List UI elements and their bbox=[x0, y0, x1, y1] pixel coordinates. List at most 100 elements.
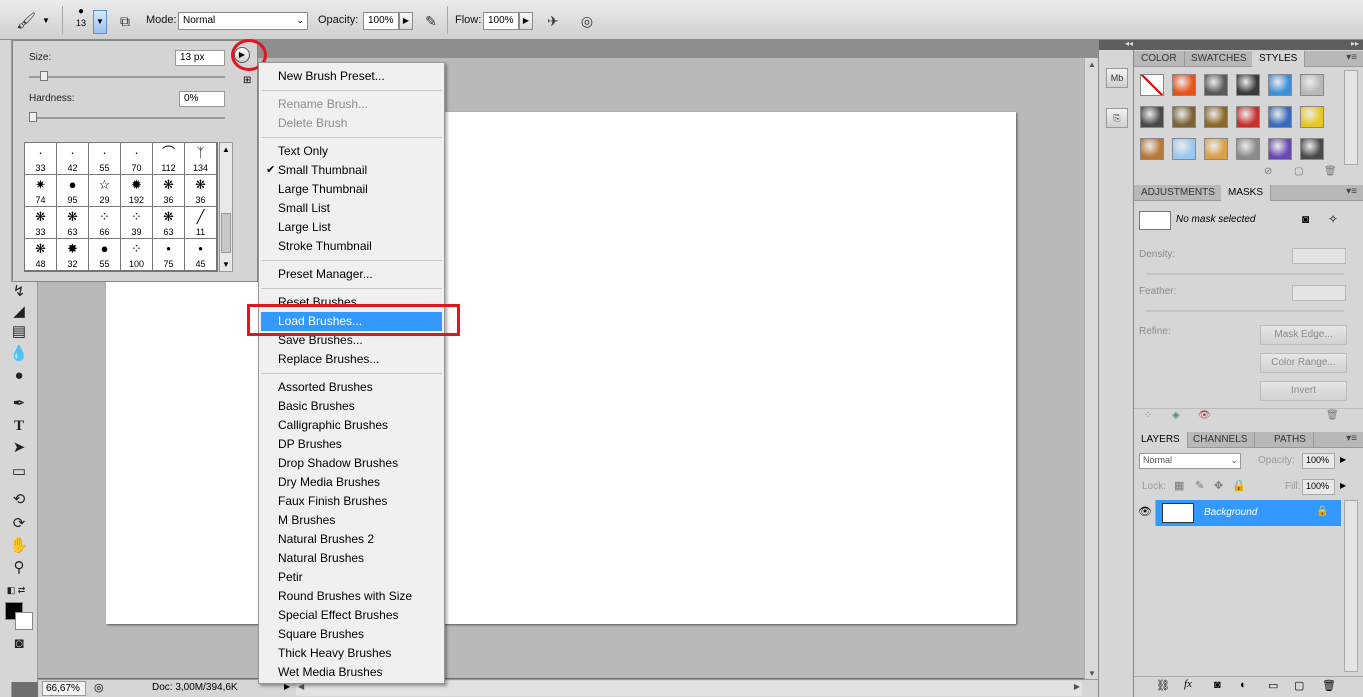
style-swatch[interactable] bbox=[1268, 74, 1292, 96]
style-swatch[interactable] bbox=[1268, 106, 1292, 128]
brush-preset[interactable]: ❋ 48 bbox=[25, 239, 57, 271]
brush-panel-toggle-icon[interactable]: ⧉ bbox=[115, 11, 135, 31]
menu-item[interactable]: M Brushes bbox=[261, 511, 442, 530]
menu-item[interactable]: Drop Shadow Brushes bbox=[261, 454, 442, 473]
layer-row-background[interactable]: 👁 Background 🔒 bbox=[1134, 500, 1341, 526]
brush-tool-preset-picker[interactable]: 🖌 ▼ bbox=[14, 10, 54, 32]
brush-preset[interactable]: ☆ 29 bbox=[89, 175, 121, 207]
apply-mask-icon[interactable]: ◈ bbox=[1172, 410, 1180, 421]
tablet-pressure-opacity-icon[interactable]: ✎ bbox=[421, 11, 441, 31]
menu-item[interactable]: Dry Media Brushes bbox=[261, 473, 442, 492]
new-style-icon[interactable]: ▢ bbox=[1294, 166, 1303, 177]
tablet-pressure-size-icon[interactable]: ◎ bbox=[577, 11, 597, 31]
flow-slider-button[interactable]: ▶ bbox=[519, 12, 533, 30]
triangle-right-icon[interactable]: ▶ bbox=[1340, 455, 1346, 464]
menu-item[interactable]: Replace Brushes... bbox=[261, 350, 442, 369]
tab-layers[interactable]: LAYERS bbox=[1134, 432, 1188, 448]
brush-preset[interactable]: • 45 bbox=[185, 239, 217, 271]
brush-grid-scrollbar[interactable]: ▲ ▼ bbox=[219, 142, 233, 272]
opacity-slider-button[interactable]: ▶ bbox=[399, 12, 413, 30]
tab-adjustments[interactable]: ADJUSTMENTS bbox=[1134, 185, 1223, 201]
menu-item[interactable]: Stroke Thumbnail bbox=[261, 237, 442, 256]
expand-icon[interactable]: ▸▸ bbox=[1351, 39, 1359, 48]
menu-item[interactable]: Calligraphic Brushes bbox=[261, 416, 442, 435]
style-swatch[interactable] bbox=[1300, 138, 1324, 160]
link-layers-icon[interactable]: ⛓ bbox=[1156, 679, 1170, 692]
zoom-tool-icon[interactable]: ⚲ bbox=[8, 558, 30, 578]
delete-mask-icon[interactable]: 🗑 bbox=[1326, 410, 1339, 421]
mini-bridge-button[interactable]: Mb bbox=[1106, 68, 1128, 88]
lock-all-icon[interactable]: 🔒 bbox=[1232, 479, 1246, 492]
brush-preset[interactable]: • 75 bbox=[153, 239, 185, 271]
style-swatch[interactable] bbox=[1236, 106, 1260, 128]
visibility-icon[interactable]: 👁 bbox=[1198, 410, 1211, 421]
tab-styles[interactable]: STYLES bbox=[1252, 51, 1306, 67]
menu-item[interactable]: Basic Brushes bbox=[261, 397, 442, 416]
style-swatch[interactable] bbox=[1204, 106, 1228, 128]
size-input[interactable]: 13 px bbox=[175, 50, 225, 66]
menu-item[interactable]: Special Effect Brushes bbox=[261, 606, 442, 625]
mode-select[interactable]: Normal ⌄ bbox=[178, 12, 308, 30]
scroll-thumb[interactable] bbox=[221, 213, 231, 253]
scroll-up-icon[interactable]: ▲ bbox=[1085, 60, 1099, 69]
brush-preset[interactable]: ❋ 36 bbox=[153, 175, 185, 207]
tab-masks[interactable]: MASKS bbox=[1221, 185, 1272, 201]
layer-style-icon[interactable]: fx bbox=[1184, 678, 1192, 690]
menu-item[interactable]: Thick Heavy Brushes bbox=[261, 644, 442, 663]
add-vector-mask-icon[interactable]: ✧ bbox=[1328, 212, 1338, 226]
blend-mode-select[interactable]: Normal ⌄ bbox=[1139, 453, 1241, 469]
style-swatch[interactable] bbox=[1172, 138, 1196, 160]
hardness-slider[interactable] bbox=[29, 117, 225, 119]
3d-orbit-tool-icon[interactable]: ⟳ bbox=[8, 514, 30, 534]
style-swatch[interactable] bbox=[1300, 74, 1324, 96]
size-slider-thumb[interactable] bbox=[40, 71, 49, 81]
panel-menu-icon[interactable]: ▾≡ bbox=[1346, 433, 1357, 444]
tab-channels[interactable]: CHANNELS bbox=[1186, 432, 1256, 448]
layers-scrollbar[interactable] bbox=[1344, 500, 1358, 672]
menu-item[interactable]: Wet Media Brushes bbox=[261, 663, 442, 682]
add-pixel-mask-icon[interactable]: ◙ bbox=[1302, 212, 1309, 226]
brush-preset[interactable]: ● 55 bbox=[89, 239, 121, 271]
path-selection-tool-icon[interactable]: ➤ bbox=[8, 438, 30, 458]
collapse-icon[interactable]: ◂◂ bbox=[1125, 39, 1133, 48]
layer-opacity-input[interactable]: 100% bbox=[1302, 453, 1335, 469]
blur-tool-icon[interactable]: 💧 bbox=[8, 344, 30, 364]
delete-style-icon[interactable]: 🗑 bbox=[1324, 166, 1337, 177]
menu-item[interactable]: Faux Finish Brushes bbox=[261, 492, 442, 511]
style-swatch[interactable] bbox=[1140, 106, 1164, 128]
lock-transparency-icon[interactable]: ▦ bbox=[1174, 479, 1184, 492]
tab-paths[interactable]: PATHS bbox=[1267, 432, 1314, 448]
layer-visibility-cell[interactable]: 👁 bbox=[1134, 500, 1156, 526]
airbrush-icon[interactable]: ✈ bbox=[543, 11, 563, 31]
tab-color[interactable]: COLOR bbox=[1134, 51, 1185, 67]
menu-item[interactable]: Natural Brushes 2 bbox=[261, 530, 442, 549]
style-swatch[interactable] bbox=[1204, 138, 1228, 160]
load-selection-icon[interactable]: ⁘ bbox=[1144, 410, 1152, 421]
quick-mask-icon[interactable]: ◙ bbox=[8, 634, 30, 654]
style-swatch[interactable] bbox=[1236, 74, 1260, 96]
brush-preset[interactable]: ● 95 bbox=[57, 175, 89, 207]
menu-item[interactable]: Text Only bbox=[261, 142, 442, 161]
history-button[interactable]: ⎘ bbox=[1106, 108, 1128, 128]
style-swatch[interactable] bbox=[1204, 74, 1228, 96]
dodge-tool-icon[interactable]: ● bbox=[8, 366, 30, 386]
brush-preset[interactable]: · 55 bbox=[89, 143, 121, 175]
style-swatch[interactable] bbox=[1172, 74, 1196, 96]
brush-preset[interactable]: ❋ 63 bbox=[153, 207, 185, 239]
size-slider[interactable] bbox=[29, 76, 225, 78]
style-swatch[interactable] bbox=[1300, 106, 1324, 128]
fill-input[interactable]: 100% bbox=[1302, 479, 1335, 495]
menu-item[interactable]: Small List bbox=[261, 199, 442, 218]
brush-preset[interactable]: · 70 bbox=[121, 143, 153, 175]
menu-item[interactable]: Round Brushes with Size bbox=[261, 587, 442, 606]
panel-menu-icon[interactable]: ▾≡ bbox=[1346, 52, 1357, 63]
menu-item[interactable]: New Brush Preset... bbox=[261, 67, 442, 86]
add-mask-icon[interactable]: ◙ bbox=[1214, 679, 1221, 691]
menu-item[interactable]: Petir bbox=[261, 568, 442, 587]
hardness-slider-thumb[interactable] bbox=[29, 112, 37, 122]
brush-preset[interactable]: ⌒ 112 bbox=[153, 143, 185, 175]
brush-preset[interactable]: ✹ 192 bbox=[121, 175, 153, 207]
menu-item[interactable]: DP Brushes bbox=[261, 435, 442, 454]
menu-item[interactable]: Preset Manager... bbox=[261, 265, 442, 284]
brush-preset[interactable]: · 33 bbox=[25, 143, 57, 175]
